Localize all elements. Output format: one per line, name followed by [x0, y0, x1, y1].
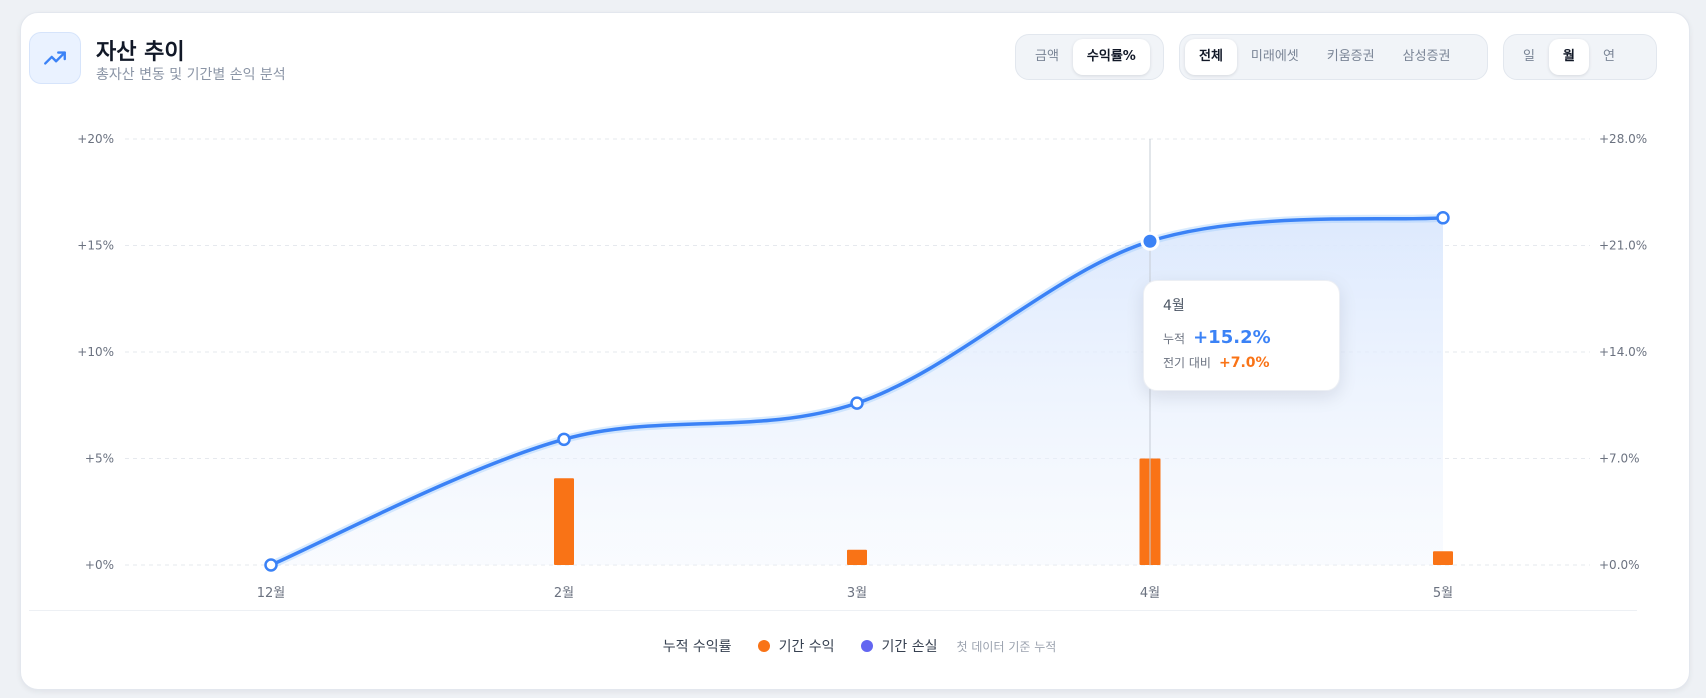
- period-gain-bar: [847, 549, 867, 565]
- return-chart: +0% +5% +10% +15% +20% +0.0% +7.0% +14.0% +21.0%…: [77, 132, 1647, 601]
- tooltip-change-label: 전기 대비: [1163, 356, 1211, 370]
- x-tick: 12월: [257, 586, 286, 601]
- y-tick-right: +0.0%: [1599, 558, 1640, 572]
- x-tick: 3월: [847, 586, 867, 601]
- tooltip-change-value: +7.0%: [1218, 355, 1270, 371]
- y-tick-right: +28.0%: [1599, 132, 1647, 146]
- legend-divider: [29, 610, 1637, 611]
- y-tick-left: +20%: [77, 132, 114, 146]
- y-tick-right: +21.0%: [1599, 239, 1647, 253]
- chart-legend: 누적 수익률 기간 수익 기간 손실 첫 데이터 기준 누적: [0, 636, 1706, 656]
- data-point: [557, 432, 571, 447]
- y-tick-left: +0%: [85, 558, 114, 572]
- y-tick-left: +10%: [77, 345, 114, 359]
- y-tick-left: +5%: [85, 452, 114, 466]
- legend-label: 기간 수익: [778, 639, 835, 655]
- tooltip-cum-value: +15.2%: [1193, 327, 1271, 348]
- tooltip-title: 4월: [1163, 298, 1185, 314]
- data-point: [264, 558, 278, 572]
- period-gain-bar: [554, 478, 574, 565]
- cumulative-area: [271, 217, 1443, 565]
- data-point: [1436, 211, 1450, 225]
- orange-dot-icon: [757, 640, 770, 652]
- x-tick: 4월: [1140, 586, 1160, 601]
- y-tick-right: +14.0%: [1599, 345, 1647, 359]
- legend-item-cumulative[interactable]: 누적 수익률: [663, 636, 732, 656]
- data-point: [850, 396, 864, 410]
- y-tick-right: +7.0%: [1599, 452, 1640, 466]
- data-tooltip: 4월 누적 +15.2% 전기 대비 +7.0%: [1143, 280, 1340, 391]
- x-tick: 5월: [1433, 586, 1453, 601]
- legend-item-period-gain[interactable]: 기간 수익: [757, 636, 835, 656]
- y-tick-left: +15%: [77, 239, 114, 253]
- legend-label: 누적 수익률: [662, 639, 732, 655]
- legend-note: 첫 데이터 기준 누적: [956, 639, 1057, 654]
- period-gain-bar: [1433, 551, 1453, 565]
- tooltip-cum-label: 누적: [1163, 332, 1186, 346]
- highlighted-point: [1140, 231, 1160, 251]
- legend-label: 기간 손실: [881, 639, 938, 655]
- indigo-dot-icon: [860, 640, 873, 652]
- legend-item-period-loss[interactable]: 기간 손실: [860, 636, 938, 656]
- x-tick: 2월: [554, 586, 574, 601]
